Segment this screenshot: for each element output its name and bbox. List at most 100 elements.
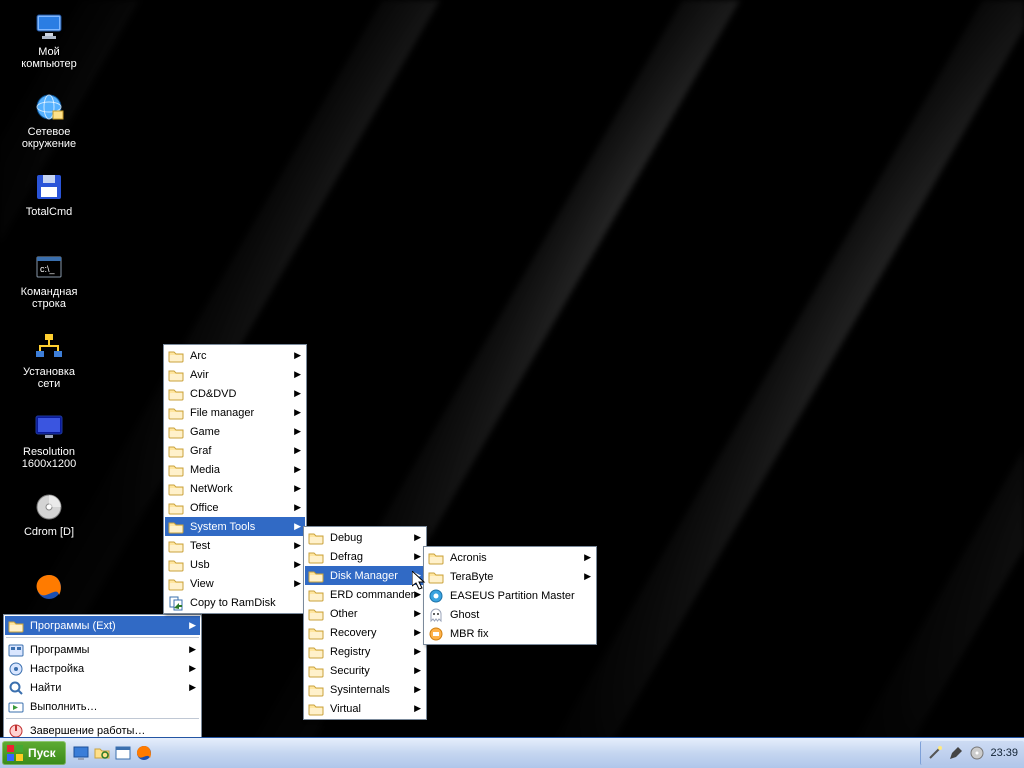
menu-item-ghost[interactable]: Ghost — [425, 605, 595, 624]
app-ghost-icon — [428, 607, 444, 623]
start-button[interactable]: Пуск — [2, 741, 66, 765]
menu-item-registry[interactable]: Registry▶ — [305, 642, 425, 661]
menu-item-debug[interactable]: Debug▶ — [305, 528, 425, 547]
desktop-icon-label: Команднаястрока — [10, 286, 88, 310]
menu-item-file-manager[interactable]: File manager▶ — [165, 403, 305, 422]
menu-item-defrag[interactable]: Defrag▶ — [305, 547, 425, 566]
folder-icon — [168, 405, 184, 421]
menu-item-usb[interactable]: Usb▶ — [165, 555, 305, 574]
netsetup-icon — [32, 330, 66, 364]
menu-item-avir[interactable]: Avir▶ — [165, 365, 305, 384]
menu-item-label: System Tools — [190, 521, 255, 533]
programs-icon — [8, 642, 24, 658]
floppy-icon — [32, 170, 66, 204]
menu-item-system-tools[interactable]: System Tools▶ — [165, 517, 305, 536]
menu-item-label: Copy to RamDisk — [190, 597, 276, 609]
submenu-arrow-icon: ▶ — [294, 540, 301, 551]
folder-icon — [168, 443, 184, 459]
submenu-arrow-icon: ▶ — [189, 663, 196, 674]
taskbar: Пуск 23:39 — [0, 737, 1024, 768]
menu-item-label: Recovery — [330, 627, 376, 639]
menu-item-acronis[interactable]: Acronis▶ — [425, 548, 595, 567]
menu-item-other[interactable]: Other▶ — [305, 604, 425, 623]
folder-icon — [168, 367, 184, 383]
submenu-arrow-icon: ▶ — [189, 644, 196, 655]
desktop-icon-firefox[interactable] — [10, 570, 88, 606]
folder-icon — [308, 606, 324, 622]
submenu-programs-ext[interactable]: Arc▶Avir▶CD&DVD▶File manager▶Game▶Graf▶M… — [163, 344, 307, 614]
submenu-arrow-icon: ▶ — [414, 570, 421, 581]
folder-icon — [308, 625, 324, 641]
menu-item-mbr-fix[interactable]: MBR fix — [425, 624, 595, 643]
folder-icon — [8, 618, 24, 634]
menu-item-label: Graf — [190, 445, 211, 457]
folder-icon — [308, 530, 324, 546]
menu-item-label: TeraByte — [450, 571, 493, 583]
submenu-disk-manager[interactable]: Acronis▶TeraByte▶EASEUS Partition Master… — [423, 546, 597, 645]
menu-item-label: Настройка — [30, 663, 84, 675]
quicklaunch-show-desktop[interactable] — [72, 744, 90, 762]
submenu-arrow-icon: ▶ — [294, 464, 301, 475]
desktop-icon-cdrom[interactable]: Cdrom [D] — [10, 490, 88, 538]
folder-icon — [308, 701, 324, 717]
submenu-arrow-icon: ▶ — [414, 532, 421, 543]
submenu-arrow-icon: ▶ — [414, 627, 421, 638]
menu-item-label: Game — [190, 426, 220, 438]
menu-item-sysinternals[interactable]: Sysinternals▶ — [305, 680, 425, 699]
tray-disc[interactable] — [969, 745, 985, 761]
start-menu[interactable]: Программы (Ext)▶ Программы▶ Настройка ▶ Найт… — [3, 614, 202, 742]
menu-item--[interactable]: Настройка ▶ — [5, 659, 200, 678]
folder-icon — [168, 576, 184, 592]
menu-item-test[interactable]: Test▶ — [165, 536, 305, 555]
menu-item-security[interactable]: Security▶ — [305, 661, 425, 680]
cd-icon — [32, 490, 66, 524]
submenu-system-tools[interactable]: Debug▶Defrag▶Disk Manager▶ERD commander▶… — [303, 526, 427, 720]
menu-item-terabyte[interactable]: TeraByte▶ — [425, 567, 595, 586]
menu-item-label: View — [190, 578, 214, 590]
menu-item--[interactable]: Программы▶ — [5, 640, 200, 659]
menu-item-copy-to-ramdisk[interactable]: Copy to RamDisk — [165, 593, 305, 612]
menu-item-game[interactable]: Game▶ — [165, 422, 305, 441]
menu-item--ext-[interactable]: Программы (Ext)▶ — [5, 616, 200, 635]
tray-wand[interactable] — [927, 745, 943, 761]
folder-icon — [308, 568, 324, 584]
folder-icon — [308, 644, 324, 660]
menu-item-easeus-partition-master[interactable]: EASEUS Partition Master — [425, 586, 595, 605]
menu-item-network[interactable]: NetWork▶ — [165, 479, 305, 498]
menu-item-media[interactable]: Media▶ — [165, 460, 305, 479]
menu-item--[interactable]: Выполнить… — [5, 697, 200, 716]
quicklaunch-calendar[interactable] — [114, 744, 132, 762]
tray-pen[interactable] — [948, 745, 964, 761]
desktop-icon-my-computer[interactable]: Мойкомпьютер — [10, 10, 88, 70]
desktop-icon-totalcmd[interactable]: TotalCmd — [10, 170, 88, 218]
quicklaunch-firefox[interactable] — [135, 744, 153, 762]
menu-item-graf[interactable]: Graf▶ — [165, 441, 305, 460]
desktop-icon-cmd[interactable]: c:\_Команднаястрока — [10, 250, 88, 310]
menu-item-erd-commander[interactable]: ERD commander▶ — [305, 585, 425, 604]
submenu-arrow-icon: ▶ — [294, 407, 301, 418]
menu-item-office[interactable]: Office▶ — [165, 498, 305, 517]
app-orange-icon — [428, 626, 444, 642]
menu-item-label: Acronis — [450, 552, 487, 564]
menu-item--[interactable]: Найти▶ — [5, 678, 200, 697]
globe-icon — [32, 90, 66, 124]
menu-item-recovery[interactable]: Recovery ▶ — [305, 623, 425, 642]
menu-item-cd-dvd[interactable]: CD&DVD▶ — [165, 384, 305, 403]
submenu-arrow-icon: ▶ — [414, 646, 421, 657]
desktop-icon-network[interactable]: Сетевоеокружение — [10, 90, 88, 150]
clock[interactable]: 23:39 — [990, 747, 1018, 759]
menu-item-label: Arc — [190, 350, 207, 362]
folder-icon — [168, 481, 184, 497]
menu-item-view[interactable]: View▶ — [165, 574, 305, 593]
menu-item-arc[interactable]: Arc▶ — [165, 346, 305, 365]
desktop-icon-netsetup[interactable]: Установкасети — [10, 330, 88, 390]
settings-icon — [8, 661, 24, 677]
menu-item-label: Sysinternals — [330, 684, 390, 696]
menu-item-virtual[interactable]: Virtual▶ — [305, 699, 425, 718]
menu-item-label: Avir — [190, 369, 209, 381]
desktop-icon-resolution[interactable]: Resolution1600x1200 — [10, 410, 88, 470]
menu-item-disk-manager[interactable]: Disk Manager▶ — [305, 566, 425, 585]
quicklaunch-explorer[interactable] — [93, 744, 111, 762]
submenu-arrow-icon: ▶ — [414, 703, 421, 714]
menu-item-label: ERD commander — [330, 589, 414, 601]
